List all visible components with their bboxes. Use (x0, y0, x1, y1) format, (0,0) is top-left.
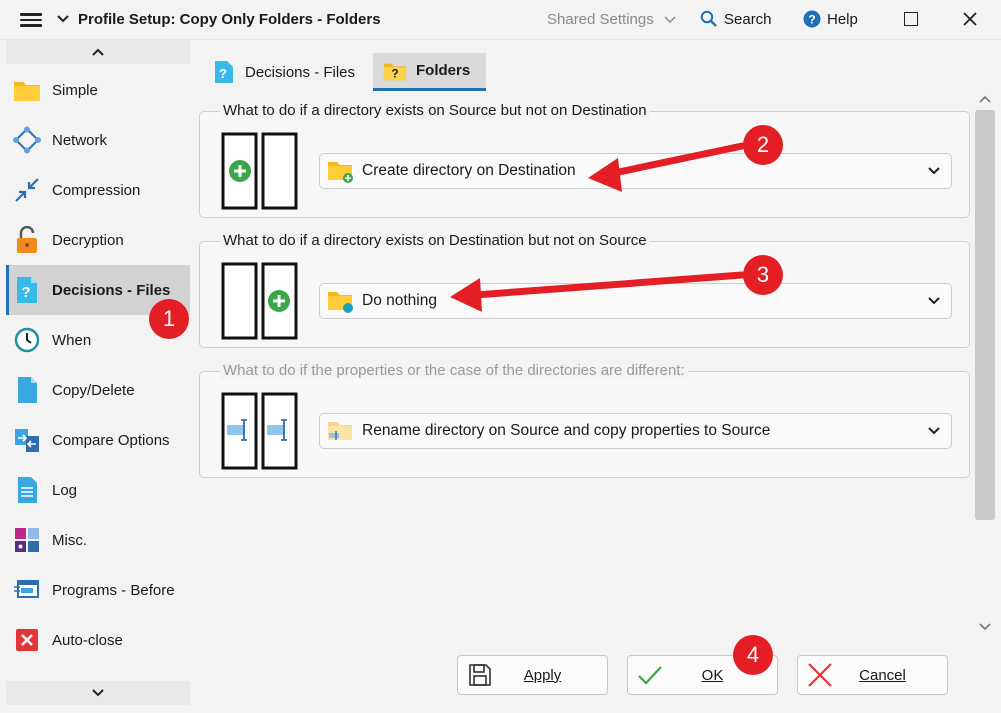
sidebar-item-label: Log (52, 481, 78, 499)
group-destination-not-source: What to do if a directory exists on Dest… (199, 232, 970, 348)
sidebar-item-network[interactable]: Network (6, 115, 190, 165)
folder-diagram-add-source-icon (221, 262, 298, 340)
chevron-up-icon (92, 48, 104, 56)
callout-1: 1 (149, 299, 189, 339)
group-legend: What to do if a directory exists on Sour… (220, 102, 650, 119)
folder-rename-icon (326, 416, 356, 446)
window-title: Profile Setup: Copy Only Folders - Folde… (78, 11, 381, 28)
callout-4: 4 (733, 635, 773, 675)
save-icon (465, 660, 495, 690)
chevron-down-icon[interactable] (56, 12, 70, 26)
svg-text:?: ? (21, 284, 30, 301)
sidebar-item-label: Compression (52, 181, 141, 199)
search-label: Search (724, 10, 772, 28)
misc-icon (13, 526, 41, 554)
callout-3: 3 (743, 255, 783, 295)
question-file-icon: ? (212, 60, 236, 84)
sidebar-item-compare-options[interactable]: Compare Options (6, 415, 190, 465)
sidebar-item-label: Programs - Before (52, 581, 175, 599)
properties-different-select[interactable]: Rename directory on Source and copy prop… (319, 413, 952, 449)
search-button[interactable]: Search (700, 10, 772, 28)
folder-icon (13, 76, 41, 104)
clock-icon (13, 326, 41, 354)
svg-text:?: ? (808, 13, 815, 27)
sidebar-item-label: Decryption (52, 231, 124, 249)
sidebar: Simple Network Compression Decryption ? … (0, 40, 192, 713)
sidebar-item-label: Decisions - Files (52, 281, 171, 299)
select-value: Create directory on Destination (362, 162, 576, 179)
svg-text:?: ? (391, 66, 398, 80)
source-not-destination-select[interactable]: Create directory on Destination (319, 153, 952, 189)
chevron-down-icon[interactable] (978, 620, 992, 634)
tab-label: Folders (416, 62, 471, 79)
search-icon (700, 10, 717, 27)
sidebar-item-label: Copy/Delete (52, 381, 135, 399)
folder-diagram-rename-icon (221, 392, 298, 470)
network-icon (13, 126, 41, 154)
sidebar-item-log[interactable]: Log (6, 465, 190, 515)
shared-settings-menu[interactable]: Shared Settings (547, 11, 654, 28)
chevron-up-icon[interactable] (978, 92, 992, 106)
sidebar-scroll-down[interactable] (6, 681, 190, 705)
question-folder-icon: ? (383, 59, 407, 83)
sidebar-item-label: Simple (52, 81, 98, 99)
sidebar-item-label: When (52, 331, 92, 349)
group-properties-different: What to do if the properties or the case… (199, 362, 970, 478)
title-bar: Profile Setup: Copy Only Folders - Folde… (0, 0, 1001, 40)
folder-diagram-add-destination-icon (221, 132, 298, 210)
chevron-down-icon (92, 689, 104, 697)
sidebar-item-label: Network (52, 131, 108, 149)
group-legend: What to do if a directory exists on Dest… (220, 232, 650, 249)
checkmark-icon (635, 660, 665, 690)
scrollbar-thumb[interactable] (975, 110, 995, 520)
vertical-scrollbar[interactable] (975, 90, 1001, 640)
help-icon: ? (803, 10, 821, 28)
destination-not-source-select[interactable]: Do nothing (319, 283, 952, 319)
chevron-down-icon (928, 427, 940, 435)
sidebar-item-label: Auto-close (52, 631, 123, 649)
tab-folders[interactable]: ? Folders (373, 53, 486, 91)
callout-2: 2 (743, 125, 783, 165)
svg-text:?: ? (219, 66, 227, 81)
sidebar-item-programs-before[interactable]: Programs - Before (6, 565, 190, 615)
sidebar-item-decryption[interactable]: Decryption (6, 215, 190, 265)
cancel-x-icon (805, 660, 835, 690)
group-source-not-destination: What to do if a directory exists on Sour… (199, 102, 970, 218)
tab-label: Decisions - Files (245, 63, 356, 81)
log-icon (13, 476, 41, 504)
sidebar-item-copy-delete[interactable]: Copy/Delete (6, 365, 190, 415)
compare-icon (13, 426, 41, 454)
lock-open-icon (13, 226, 41, 254)
select-value: Rename directory on Source and copy prop… (362, 422, 771, 439)
folder-dot-icon (326, 286, 356, 316)
sidebar-item-label: Misc. (52, 531, 87, 549)
sidebar-item-compression[interactable]: Compression (6, 165, 190, 215)
cancel-button[interactable]: Cancel (797, 655, 948, 695)
sidebar-item-misc[interactable]: Misc. (6, 515, 190, 565)
copy-icon (13, 376, 41, 404)
compression-icon (13, 176, 41, 204)
main-panel: ? Decisions - Files ? Folders What to do… (192, 40, 1001, 713)
chevron-down-icon (928, 167, 940, 175)
sidebar-item-label: Compare Options (52, 431, 170, 449)
group-legend: What to do if the properties or the case… (220, 362, 688, 379)
sidebar-item-simple[interactable]: Simple (6, 65, 190, 115)
help-button[interactable]: ? Help (803, 10, 858, 28)
apply-button[interactable]: Apply (457, 655, 608, 695)
hamburger-menu-icon[interactable] (20, 10, 42, 30)
tab-decisions-files[interactable]: ? Decisions - Files (212, 53, 355, 91)
close-icon[interactable] (962, 11, 978, 27)
folder-add-icon (326, 156, 356, 186)
programs-icon (13, 576, 41, 604)
chevron-down-icon[interactable] (663, 13, 677, 27)
maximize-icon[interactable] (904, 12, 918, 26)
close-red-icon (13, 626, 41, 654)
question-file-icon: ? (13, 276, 41, 304)
select-value: Do nothing (362, 292, 437, 309)
chevron-down-icon (928, 297, 940, 305)
help-label: Help (827, 10, 858, 28)
sidebar-item-auto-close[interactable]: Auto-close (6, 615, 190, 665)
sidebar-scroll-up[interactable] (6, 40, 190, 64)
